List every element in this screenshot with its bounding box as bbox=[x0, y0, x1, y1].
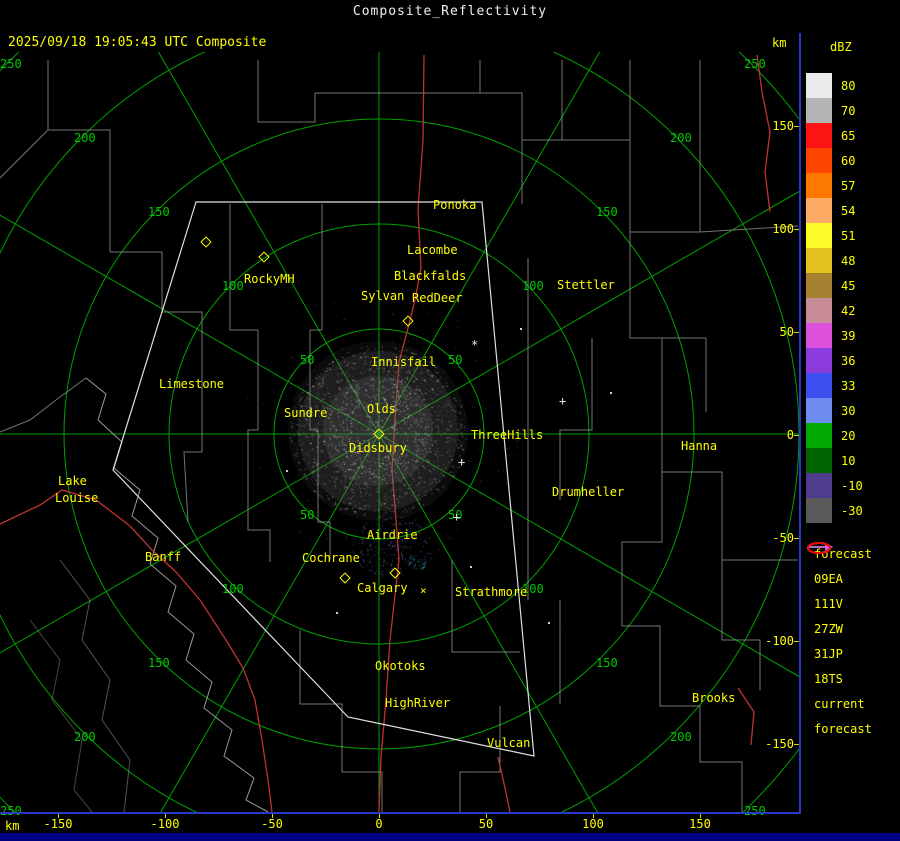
colorbar-swatch bbox=[806, 423, 832, 448]
colorbar-row: 80 bbox=[806, 73, 863, 98]
x-axis-line bbox=[0, 812, 801, 814]
colorbar-value: 36 bbox=[841, 354, 855, 368]
colorbar-row: -30 bbox=[806, 498, 863, 523]
colorbar-swatch bbox=[806, 98, 832, 123]
colorbar-row: 65 bbox=[806, 123, 863, 148]
colorbar-row: 42 bbox=[806, 298, 863, 323]
colorbar-value: 70 bbox=[841, 104, 855, 118]
colorbar-value: 30 bbox=[841, 404, 855, 418]
colorbar-value: 54 bbox=[841, 204, 855, 218]
legend-row: 31JP bbox=[806, 641, 872, 666]
colorbar-swatch bbox=[806, 248, 832, 273]
colorbar-swatch bbox=[806, 348, 832, 373]
bottom-bar bbox=[0, 833, 900, 841]
colorbar-row: 57 bbox=[806, 173, 863, 198]
colorbar-swatch bbox=[806, 173, 832, 198]
colorbar-row: 48 bbox=[806, 248, 863, 273]
colorbar-row: 30 bbox=[806, 398, 863, 423]
colorbar-value: 65 bbox=[841, 129, 855, 143]
colorbar-swatch bbox=[806, 373, 832, 398]
colorbar-title: dBZ bbox=[830, 40, 852, 54]
colorbar-swatch bbox=[806, 398, 832, 423]
legend-label: 27ZW bbox=[814, 622, 843, 636]
legend-label: 111V bbox=[814, 597, 843, 611]
colorbar-value: 42 bbox=[841, 304, 855, 318]
colorbar-swatch bbox=[806, 198, 832, 223]
colorbar: 80 70 65 60 57 54 51 48 45 42 39 36 33 30 20 10 -10 -30 bbox=[806, 73, 863, 523]
colorbar-swatch bbox=[806, 73, 832, 98]
legend-row: 111V bbox=[806, 591, 872, 616]
colorbar-value: 51 bbox=[841, 229, 855, 243]
colorbar-swatch bbox=[806, 323, 832, 348]
colorbar-value: 20 bbox=[841, 429, 855, 443]
colorbar-swatch bbox=[806, 223, 832, 248]
colorbar-swatch bbox=[806, 298, 832, 323]
colorbar-value: 33 bbox=[841, 379, 855, 393]
colorbar-value: 10 bbox=[841, 454, 855, 468]
colorbar-row: 10 bbox=[806, 448, 863, 473]
legend-label: forecast bbox=[814, 722, 872, 736]
colorbar-swatch bbox=[806, 498, 832, 523]
colorbar-row: 51 bbox=[806, 223, 863, 248]
legend-row: 18TS bbox=[806, 666, 872, 691]
radar-viewer: Composite_Reflectivity 2025/09/18 19:05:… bbox=[0, 0, 900, 841]
colorbar-row: 60 bbox=[806, 148, 863, 173]
legend-row: current bbox=[806, 691, 872, 716]
legend-label: current bbox=[814, 697, 865, 711]
colorbar-row: 39 bbox=[806, 323, 863, 348]
y-axis-line bbox=[799, 33, 801, 812]
colorbar-value: -30 bbox=[841, 504, 863, 518]
colorbar-row: 54 bbox=[806, 198, 863, 223]
colorbar-value: 60 bbox=[841, 154, 855, 168]
colorbar-row: 20 bbox=[806, 423, 863, 448]
colorbar-row: -10 bbox=[806, 473, 863, 498]
radar-echo-canvas bbox=[0, 0, 900, 841]
colorbar-swatch bbox=[806, 448, 832, 473]
storm-track-legend: forecast09EA111V27ZW31JP18TScurrentforec… bbox=[806, 541, 872, 741]
legend-row: forecast bbox=[806, 716, 872, 741]
colorbar-row: 36 bbox=[806, 348, 863, 373]
legend-label: 18TS bbox=[814, 672, 843, 686]
legend-row: 27ZW bbox=[806, 616, 872, 641]
colorbar-swatch bbox=[806, 123, 832, 148]
legend-label: 31JP bbox=[814, 647, 843, 661]
legend-label: 09EA bbox=[814, 572, 843, 586]
colorbar-value: 48 bbox=[841, 254, 855, 268]
colorbar-row: 45 bbox=[806, 273, 863, 298]
colorbar-value: 45 bbox=[841, 279, 855, 293]
legend-row: 09EA bbox=[806, 566, 872, 591]
colorbar-row: 70 bbox=[806, 98, 863, 123]
colorbar-swatch bbox=[806, 148, 832, 173]
colorbar-swatch bbox=[806, 273, 832, 298]
track-ellipse-icon bbox=[806, 541, 834, 555]
colorbar-value: -10 bbox=[841, 479, 863, 493]
colorbar-value: 39 bbox=[841, 329, 855, 343]
colorbar-swatch bbox=[806, 473, 832, 498]
colorbar-value: 80 bbox=[841, 79, 855, 93]
colorbar-value: 57 bbox=[841, 179, 855, 193]
colorbar-row: 33 bbox=[806, 373, 863, 398]
x-axis-unit-label: km bbox=[5, 819, 19, 833]
